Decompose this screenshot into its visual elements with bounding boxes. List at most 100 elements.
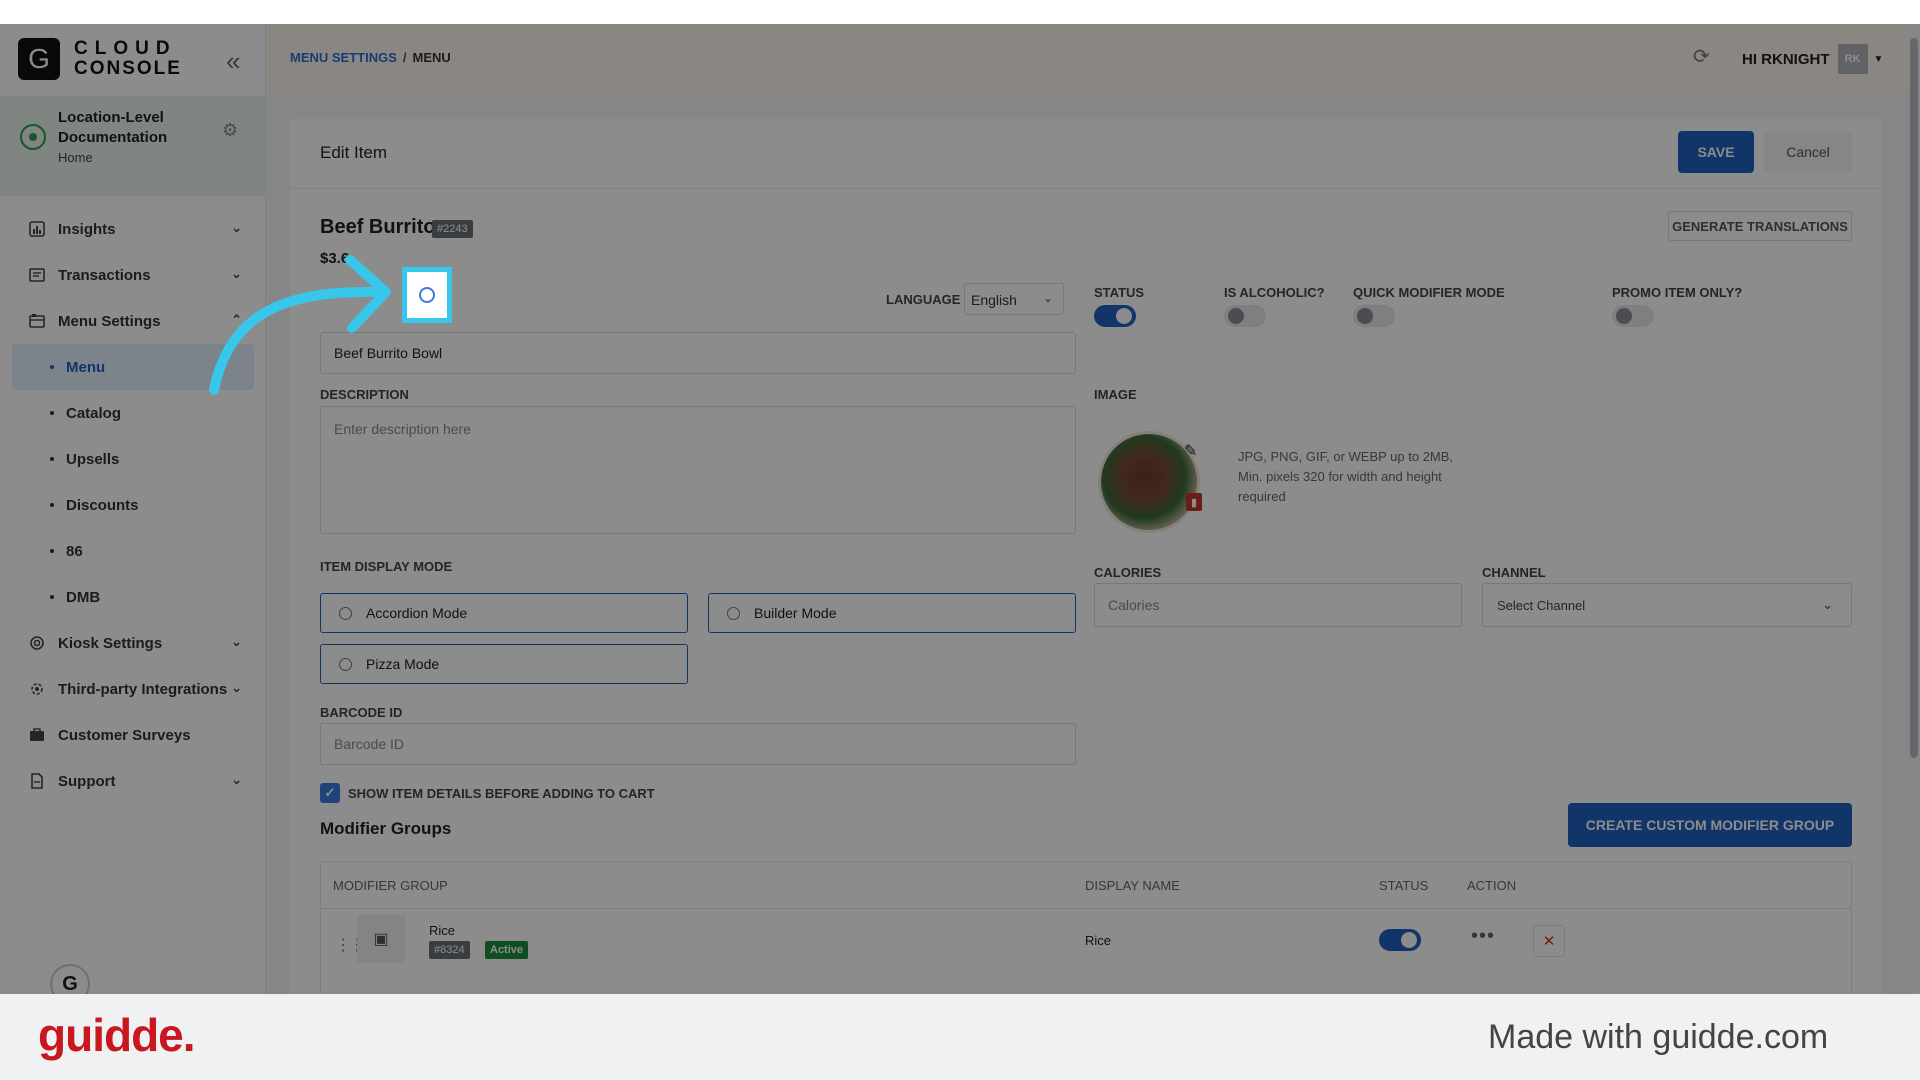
remove-icon[interactable]: ✕ [1533, 925, 1565, 957]
calories-label: CALORIES [1094, 565, 1162, 580]
brand-line-1: CLOUD [74, 38, 177, 59]
briefcase-icon [28, 726, 46, 744]
pizza-mode-option[interactable]: Pizza Mode [320, 644, 688, 684]
display-mode-label: ITEM DISPLAY MODE [320, 559, 453, 574]
trash-icon[interactable]: ▮ [1186, 493, 1202, 511]
chart-icon [28, 220, 46, 238]
collapse-sidebar-icon[interactable]: « [226, 46, 240, 77]
chevron-down-icon: ⌄ [231, 220, 242, 235]
scrollbar[interactable] [1908, 24, 1920, 994]
description-field[interactable]: Enter description here [320, 406, 1076, 534]
accordion-mode-option[interactable]: Accordion Mode [320, 593, 688, 633]
modifier-status-toggle[interactable] [1379, 929, 1421, 951]
sidebar-item-label: Kiosk Settings [58, 634, 163, 652]
quick-modifier-label: QUICK MODIFIER MODE [1353, 285, 1505, 300]
table-row: ⋮⋮ ▣ Rice #8324 Active Rice ••• ✕ [321, 908, 1851, 988]
gear-icon[interactable]: ⚙ [222, 120, 238, 141]
sidebar-item-label: 86 [66, 542, 83, 560]
save-button[interactable]: SAVE [1678, 131, 1754, 173]
language-select[interactable]: English ⌄ [964, 283, 1064, 315]
sidebar-item-label: Upsells [66, 450, 120, 468]
breadcrumb-parent[interactable]: MENU SETTINGS [290, 50, 397, 65]
sidebar-subitem-discounts[interactable]: Discounts [0, 482, 266, 528]
radio-icon [339, 606, 352, 620]
globe-icon [419, 287, 435, 303]
modifier-name: Rice [429, 923, 456, 938]
item-name-field[interactable]: Beef Burrito Bowl [320, 332, 1076, 374]
brand-line-2: CONSOLE [74, 58, 182, 79]
sidebar-item-customer-surveys[interactable]: Customer Surveys [0, 712, 266, 758]
item-name: Beef Burrito [320, 216, 436, 238]
generate-translations-button[interactable]: GENERATE TRANSLATIONS [1668, 211, 1852, 241]
sidebar-item-label: Catalog [66, 404, 122, 422]
chevron-down-icon: ⌄ [231, 772, 242, 787]
sidebar-item-support[interactable]: Support ⌄ [0, 758, 266, 804]
sidebar: G CLOUD CONSOLE « Location-Level Documen… [0, 24, 266, 994]
modifier-groups-title: Modifier Groups [320, 819, 452, 838]
sidebar-item-kiosk-settings[interactable]: Kiosk Settings ⌄ [0, 620, 266, 666]
checkmark-icon: ✓ [320, 783, 340, 803]
topbar: MENU SETTINGS / MENU ⟳ HI RKNIGHT RK ▼ [266, 24, 1920, 94]
location-name: Location-Level Documentation [58, 109, 168, 146]
channel-label: CHANNEL [1482, 565, 1546, 580]
more-options-icon[interactable]: ••• [1471, 925, 1495, 948]
sidebar-item-label: Menu [66, 358, 106, 376]
pencil-icon[interactable]: ✎ [1184, 441, 1197, 461]
receipt-icon [28, 266, 46, 284]
cancel-button[interactable]: Cancel [1764, 131, 1852, 173]
create-modifier-group-button[interactable]: CREATE CUSTOM MODIFIER GROUP [1568, 803, 1852, 847]
sidebar-item-label: Insights [58, 220, 116, 238]
sidebar-subitem-upsells[interactable]: Upsells [0, 436, 266, 482]
location-switcher[interactable]: Location-Level Documentation Home ⚙ [0, 96, 266, 196]
app-window: G CLOUD CONSOLE « Location-Level Documen… [0, 24, 1920, 994]
gear-icon [28, 634, 46, 652]
column-header: ACTION [1467, 878, 1517, 893]
user-menu[interactable]: HI RKNIGHT RK ▼ [1742, 44, 1883, 74]
channel-select[interactable]: Select Channel ⌄ [1482, 583, 1852, 627]
column-header: STATUS [1379, 878, 1429, 893]
sidebar-item-label: Support [58, 772, 116, 790]
is-alcoholic-toggle[interactable] [1224, 305, 1266, 327]
refresh-icon[interactable]: ⟳ [1693, 44, 1710, 69]
modifier-id-badge: #8324 [429, 941, 470, 959]
sidebar-item-third-party[interactable]: Third-party Integrations ⌄ [0, 666, 266, 712]
builder-mode-option[interactable]: Builder Mode [708, 593, 1076, 633]
chevron-down-icon: ⌄ [231, 634, 242, 649]
modifier-display-name: Rice [1085, 933, 1112, 948]
modifier-groups-table: MODIFIER GROUP DISPLAY NAME STATUS ACTIO… [320, 861, 1852, 994]
sidebar-item-insights[interactable]: Insights ⌄ [0, 206, 266, 252]
sidebar-item-label: Third-party Integrations [58, 680, 228, 698]
language-value: English [971, 292, 1017, 308]
sidebar-item-label: Discounts [66, 496, 139, 514]
status-badge: Active [485, 941, 529, 959]
is-alcoholic-label: IS ALCOHOLIC? [1224, 285, 1325, 300]
barcode-label: BARCODE ID [320, 705, 403, 720]
radio-icon [727, 606, 740, 620]
barcode-field[interactable]: Barcode ID [320, 723, 1076, 765]
calories-field[interactable]: Calories [1094, 583, 1462, 627]
chevron-down-icon: ⌄ [231, 680, 242, 695]
page-title: Edit Item [320, 143, 388, 162]
status-toggle[interactable] [1094, 305, 1136, 327]
sidebar-subitem-dmb[interactable]: DMB [0, 574, 266, 620]
chevron-down-icon: ⌄ [1822, 597, 1833, 612]
promo-item-label: PROMO ITEM ONLY? [1612, 285, 1743, 300]
footer: guidde. Made with guidde.com [0, 994, 1920, 1080]
show-details-checkbox[interactable]: ✓ SHOW ITEM DETAILS BEFORE ADDING TO CAR… [320, 783, 655, 803]
promo-item-toggle[interactable] [1612, 305, 1654, 327]
language-label: LANGUAGE [886, 292, 961, 307]
breadcrumb: MENU SETTINGS / MENU [290, 50, 451, 65]
cog-icon [28, 680, 46, 698]
help-widget-icon[interactable]: G [50, 964, 90, 994]
guidde-logo: guidde. [38, 1009, 196, 1061]
radio-icon [339, 657, 352, 671]
item-id-badge: #2243 [432, 220, 473, 238]
caret-down-icon: ▼ [1873, 53, 1884, 65]
sidebar-subitem-86[interactable]: 86 [0, 528, 266, 574]
location-sub: Home [58, 150, 93, 165]
brand-logo[interactable]: G CLOUD CONSOLE [18, 38, 182, 80]
sidebar-item-label: Customer Surveys [58, 726, 191, 744]
quick-modifier-toggle[interactable] [1353, 305, 1395, 327]
column-header: DISPLAY NAME [1085, 878, 1180, 893]
brand-mark: G [18, 38, 60, 80]
